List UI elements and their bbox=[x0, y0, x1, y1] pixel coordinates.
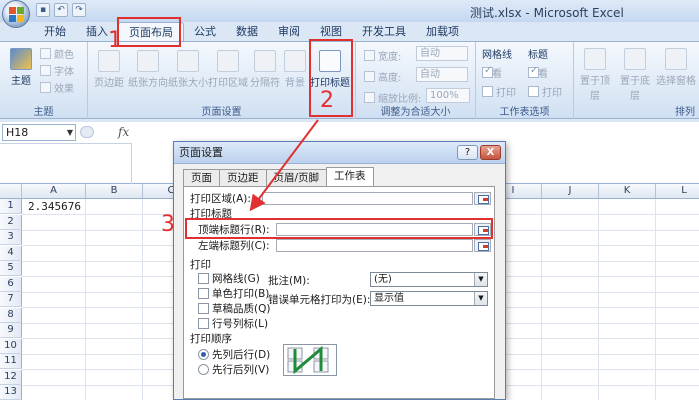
office-button[interactable] bbox=[2, 0, 30, 28]
tab-sheet[interactable]: 工作表 bbox=[326, 167, 374, 186]
step-arrow bbox=[249, 119, 319, 212]
office-logo-icon bbox=[9, 7, 24, 22]
step-arrow-overlay bbox=[249, 119, 319, 212]
